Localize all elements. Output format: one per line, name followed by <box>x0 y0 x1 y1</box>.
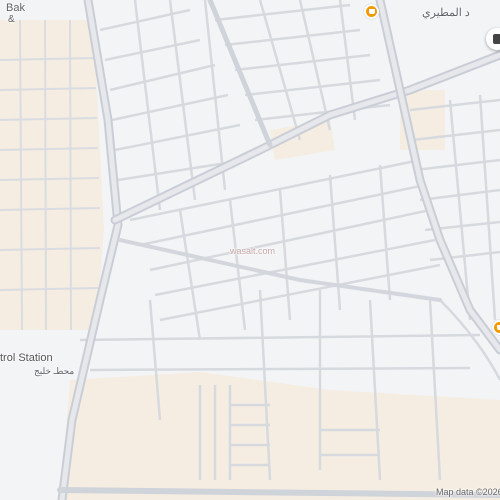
station-label-ar: محطـ خليج <box>34 366 75 376</box>
map-canvas[interactable]: Bak & د المطيري wasalt.com trol Station … <box>0 0 500 500</box>
place-label-top-left-amp: & <box>8 14 15 25</box>
restaurant-poi-icon[interactable] <box>364 4 379 19</box>
map-data-attribution[interactable]: Map data ©2026 <box>436 487 500 497</box>
cup-icon <box>496 325 500 330</box>
cup-icon <box>368 9 375 14</box>
street-label-top-right: د المطيري <box>422 7 470 19</box>
restaurant-poi-icon[interactable] <box>492 320 500 335</box>
map-watermark: wasalt.com <box>230 246 276 256</box>
station-label-en: trol Station <box>0 352 53 364</box>
place-label-top-left: Bak <box>6 2 25 14</box>
